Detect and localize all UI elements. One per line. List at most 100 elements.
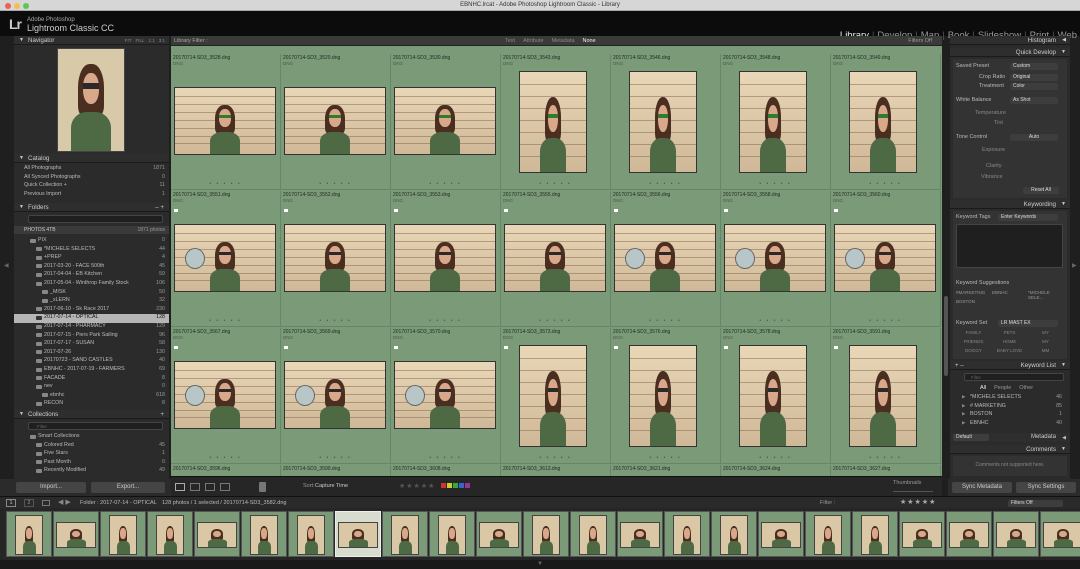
color-labels[interactable] (441, 483, 470, 490)
filmstrip-thumbnail[interactable] (664, 511, 710, 557)
keyword-tags-field[interactable] (956, 224, 1063, 268)
collection-item[interactable]: Past Month 0 (14, 459, 169, 468)
catalog-item[interactable]: All Photographs 1871 (14, 165, 169, 174)
rating-dots[interactable]: • • • • • (721, 318, 830, 324)
folder-item[interactable]: 2017-03-20 - FACE 500th 45 (14, 263, 169, 272)
filmstrip-thumbnail[interactable] (570, 511, 616, 557)
navigator-zoom-3[interactable]: 3:1 (159, 38, 165, 43)
pick-flag-icon[interactable] (614, 346, 618, 349)
keyword-tab-people[interactable]: People (994, 385, 1011, 391)
pick-flag-icon[interactable] (284, 346, 288, 349)
navigator-preview[interactable] (57, 48, 125, 152)
folder-item[interactable]: 2017-07-14 - PHARMACY 129 (14, 323, 169, 332)
rating-dots[interactable]: • • • • • (831, 181, 940, 187)
rating-dots[interactable]: • • • • • (611, 318, 720, 324)
rating-dots[interactable]: • • • • • (501, 181, 610, 187)
left-panel-collapse-icon[interactable]: ◀ (4, 262, 9, 269)
keyword-filter-input[interactable]: Filter (964, 373, 1064, 381)
grid-cell[interactable]: 20170714-SD3_3556.dng DNG • • • • • (611, 191, 721, 327)
loupe-view-icon[interactable] (190, 483, 200, 491)
folder-item[interactable]: +PREP 4 (14, 254, 169, 263)
filmstrip-thumbnail[interactable] (899, 511, 945, 557)
rating-dots[interactable]: • • • • • (391, 455, 500, 461)
keyword-set-item[interactable]: MY (1028, 339, 1063, 344)
grid-cell[interactable]: 20170714-SD3_3573.dng DNG • • • • • (501, 328, 611, 464)
catalog-item[interactable]: Previous Import 1 (14, 191, 169, 200)
grid-cell[interactable]: 20170714-SD3_3529.dng DNG • • • • • (281, 54, 391, 190)
photo-thumbnail[interactable] (849, 345, 917, 447)
folder-item[interactable]: EBNHC - 2017-07-19 - FARMERS 69 (14, 366, 169, 375)
collection-item[interactable]: Five Stars 1 (14, 450, 169, 459)
photo-thumbnail[interactable] (284, 87, 386, 155)
folders-header[interactable]: ▼ Folders – + (14, 203, 169, 212)
filmstrip-rating-filter[interactable]: ★★★★★ (900, 498, 936, 506)
pick-flag-icon[interactable] (504, 346, 508, 349)
folder-item[interactable]: 2017-04-04 - EB Kitchen 59 (14, 271, 169, 280)
filmstrip-thumbnail[interactable] (382, 511, 428, 557)
keyword-set-item[interactable]: BABY LOVE (992, 348, 1027, 353)
folder-item[interactable]: nev 0 (14, 383, 169, 392)
navigator-zoom-options[interactable]: FIT FILL 1:1 3:1 (121, 36, 165, 45)
rating-dots[interactable]: • • • • • (831, 318, 940, 324)
pick-flag-icon[interactable] (174, 346, 178, 349)
rating-dots[interactable]: • • • • • (171, 455, 280, 461)
pick-flag-icon[interactable] (174, 209, 178, 212)
filmstrip-thumbnail[interactable] (523, 511, 569, 557)
rating-dots[interactable]: • • • • • (831, 455, 940, 461)
filmstrip-thumbnail[interactable] (711, 511, 757, 557)
filter-option-text[interactable]: Text (505, 38, 515, 44)
filmstrip-thumbnail[interactable] (100, 511, 146, 557)
sort-value[interactable]: Capture Time (315, 483, 348, 489)
rating-dots[interactable]: • • • • • (501, 455, 610, 461)
grid-cell[interactable]: 20170714-SD3_3551.dng DNG • • • • • (171, 191, 281, 327)
folder-item[interactable]: ebnhc 618 (14, 392, 169, 401)
rating-dots[interactable]: • • • • • (721, 181, 830, 187)
folder-item[interactable]: PIX 0 (14, 237, 169, 246)
rating-dots[interactable]: • • • • • (391, 181, 500, 187)
expand-icon[interactable]: ▶ (962, 403, 965, 409)
filmstrip-collapse-icon[interactable]: ▼ (537, 561, 543, 567)
rating-dots[interactable]: • • • • • (281, 455, 390, 461)
filmstrip-back-icon[interactable]: ◀ ▶ (58, 498, 71, 506)
folder-item[interactable]: RECON 8 (14, 400, 169, 409)
filmstrip-thumbnail[interactable] (617, 511, 663, 557)
filmstrip-thumbnail[interactable] (758, 511, 804, 557)
export-button[interactable]: Export... (91, 482, 165, 493)
filmstrip-thumbnail[interactable] (946, 511, 992, 557)
pick-flag-icon[interactable] (724, 209, 728, 212)
catalog-header[interactable]: ▼ Catalog (14, 154, 169, 163)
painter-icon[interactable] (259, 482, 266, 492)
page-1-button[interactable]: 1 (6, 499, 16, 507)
grid-cell[interactable]: 20170714-SD3_3576.dng DNG • • • • • (611, 328, 721, 464)
photo-thumbnail[interactable] (174, 87, 276, 155)
folder-item[interactable]: 2017-07-15 - Piers Park Sailing 96 (14, 332, 169, 341)
filmstrip-grid-icon[interactable] (42, 500, 50, 506)
keyword-tags-select[interactable]: Enter Keywords (998, 214, 1058, 221)
keyword-set-item[interactable]: FAMILY (956, 330, 991, 335)
filmstrip-thumbnail[interactable] (805, 511, 851, 557)
pick-flag-icon[interactable] (504, 209, 508, 212)
collections-header[interactable]: ▼ Collections + (14, 410, 169, 419)
grid-cell[interactable]: 20170714-SD3_3591.dng DNG • • • • • (831, 328, 941, 464)
grid-cell[interactable]: 20170714-SD3_3549.dng DNG • • • • • (831, 54, 941, 190)
comments-header[interactable]: Comments ▼ (950, 445, 1070, 454)
catalog-item[interactable]: All Synced Photographs 0 (14, 174, 169, 183)
filmstrip-thumbnail[interactable] (53, 511, 99, 557)
grid-cell[interactable]: 20170714-SD3_3552.dng DNG • • • • • (281, 191, 391, 327)
add-collection-icon[interactable]: + (160, 410, 164, 419)
keyword-list-header[interactable]: + – Keyword List ▼ (950, 361, 1070, 370)
filmstrip-thumbnail[interactable] (993, 511, 1039, 557)
import-button[interactable]: Import... (16, 482, 86, 493)
keyword-suggestion[interactable]: *MICHELE SELE... (1028, 290, 1063, 300)
grid-cell[interactable]: 20170714-SD3_3546.dng DNG • • • • • (611, 54, 721, 190)
metadata-header[interactable]: Default Metadata ◀ (950, 433, 1070, 442)
rating-stars[interactable]: ★★★★★ (399, 482, 435, 490)
expand-icon[interactable]: ▶ (962, 411, 965, 417)
rating-dots[interactable]: • • • • • (721, 455, 830, 461)
pick-flag-icon[interactable] (834, 346, 838, 349)
grid-cell[interactable]: 20170714-SD3_3528.dng DNG • • • • • (171, 54, 281, 190)
folder-item[interactable]: 2017-07-26 130 (14, 349, 169, 358)
grid-cell[interactable]: 20170714-SD3_3567.dng DNG • • • • • (171, 328, 281, 464)
photo-thumbnail[interactable] (629, 71, 697, 173)
folder-search-input[interactable] (28, 215, 163, 223)
